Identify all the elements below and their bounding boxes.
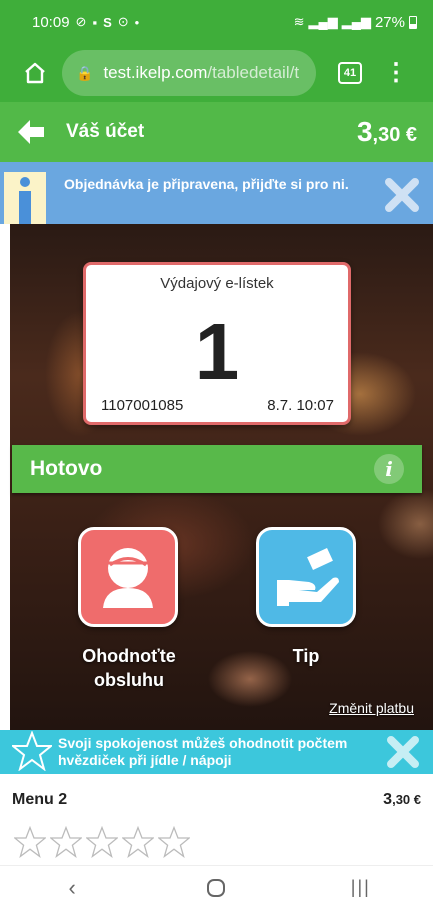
back-nav-icon[interactable]: ‹ [42,868,102,908]
clock: 10:09 [32,13,70,31]
rate-service-label[interactable]: Ohodnoťte obsluhu [60,644,198,692]
system-nav-bar: ‹ ||| [0,865,433,909]
rating-star-5[interactable] [158,826,190,858]
account-header: Váš účet 3,30 € [0,102,433,162]
battery-icon [409,15,417,29]
ticket-id: 1107001085 [101,397,184,414]
tip-label[interactable]: Tip [256,644,356,668]
url-host: test.ikelp.com [103,63,208,82]
waiter-icon [103,548,153,608]
info-banner-text: Objednávka je připravena, přijďte si pro… [64,176,349,192]
rating-star-4[interactable] [122,826,154,858]
tab-switcher-button[interactable]: 41 [338,62,362,84]
info-icon [4,172,46,224]
photo-left-edge [0,224,10,730]
home-nav-icon[interactable] [186,868,246,908]
tip-button[interactable] [256,527,356,627]
browser-toolbar: 🔒 test.ikelp.com/tabledetail/t 41 ⋮ [0,44,433,102]
item-price: 3,30 € [383,791,421,808]
change-payment-link[interactable]: Změnit platbu [329,700,414,716]
rating-star-1[interactable] [14,826,46,858]
rating-banner: Svoji spokojenost můžeš ohodnotit počtem… [0,730,433,774]
order-status-label: Hotovo [30,457,103,480]
item-name: Menu 2 [12,791,68,808]
ticket-title: Výdajový e-lístek [160,275,274,292]
home-icon[interactable] [20,58,50,88]
rating-star-3[interactable] [86,826,118,858]
close-icon[interactable] [387,736,419,768]
page-title: Váš účet [66,121,145,142]
s-icon: S [103,14,112,30]
wifi-icon: ≋ [293,14,305,29]
rating-banner-text: Svoji spokojenost můžeš ohodnotit počtem… [58,735,348,768]
total-price: 3,30 € [356,116,417,147]
url-path: /tabledetail/t [207,63,300,82]
hand-money-icon [277,548,339,606]
recents-nav-icon[interactable]: ||| [331,868,391,908]
url-bar[interactable]: 🔒 test.ikelp.com/tabledetail/t [62,50,316,96]
star-outline-icon [12,731,52,771]
signal-lte2-icon: ▂▄▆ [341,14,371,29]
close-icon[interactable] [385,178,419,212]
order-status-bar: Hotovo i [12,445,422,493]
order-item-row: Menu 2 3,30 € [0,786,433,814]
order-ready-banner: Objednávka je připravena, přijďte si pro… [0,162,433,224]
battery-percent: 27% [374,13,405,31]
check-circle-icon: ⊘ [75,14,87,29]
status-bar: 10:09 ⊘ ▪ S ⊙ • ≋ ▂▄▆ ▂▄▆ 27% [0,0,433,44]
ticket-time: 8.7. 10:07 [267,397,334,414]
rating-star-2[interactable] [50,826,82,858]
signal-lte1-icon: ▂▄▆ [308,14,338,29]
status-info-icon[interactable]: i [374,454,404,484]
more-menu-icon[interactable]: ⋮ [384,61,408,85]
lock-icon: 🔒 [76,64,94,81]
pinterest-icon: ⊙ [117,14,129,29]
back-arrow-icon[interactable] [16,117,46,147]
teams-icon: ▪ [92,14,98,30]
item-star-rating [14,826,190,858]
rate-service-button[interactable] [78,527,178,627]
pickup-ticket-card: Výdajový e-lístek 1 1107001085 8.7. 10:0… [83,262,351,425]
dot-icon: • [134,14,140,30]
ticket-number: 1 [194,307,240,396]
